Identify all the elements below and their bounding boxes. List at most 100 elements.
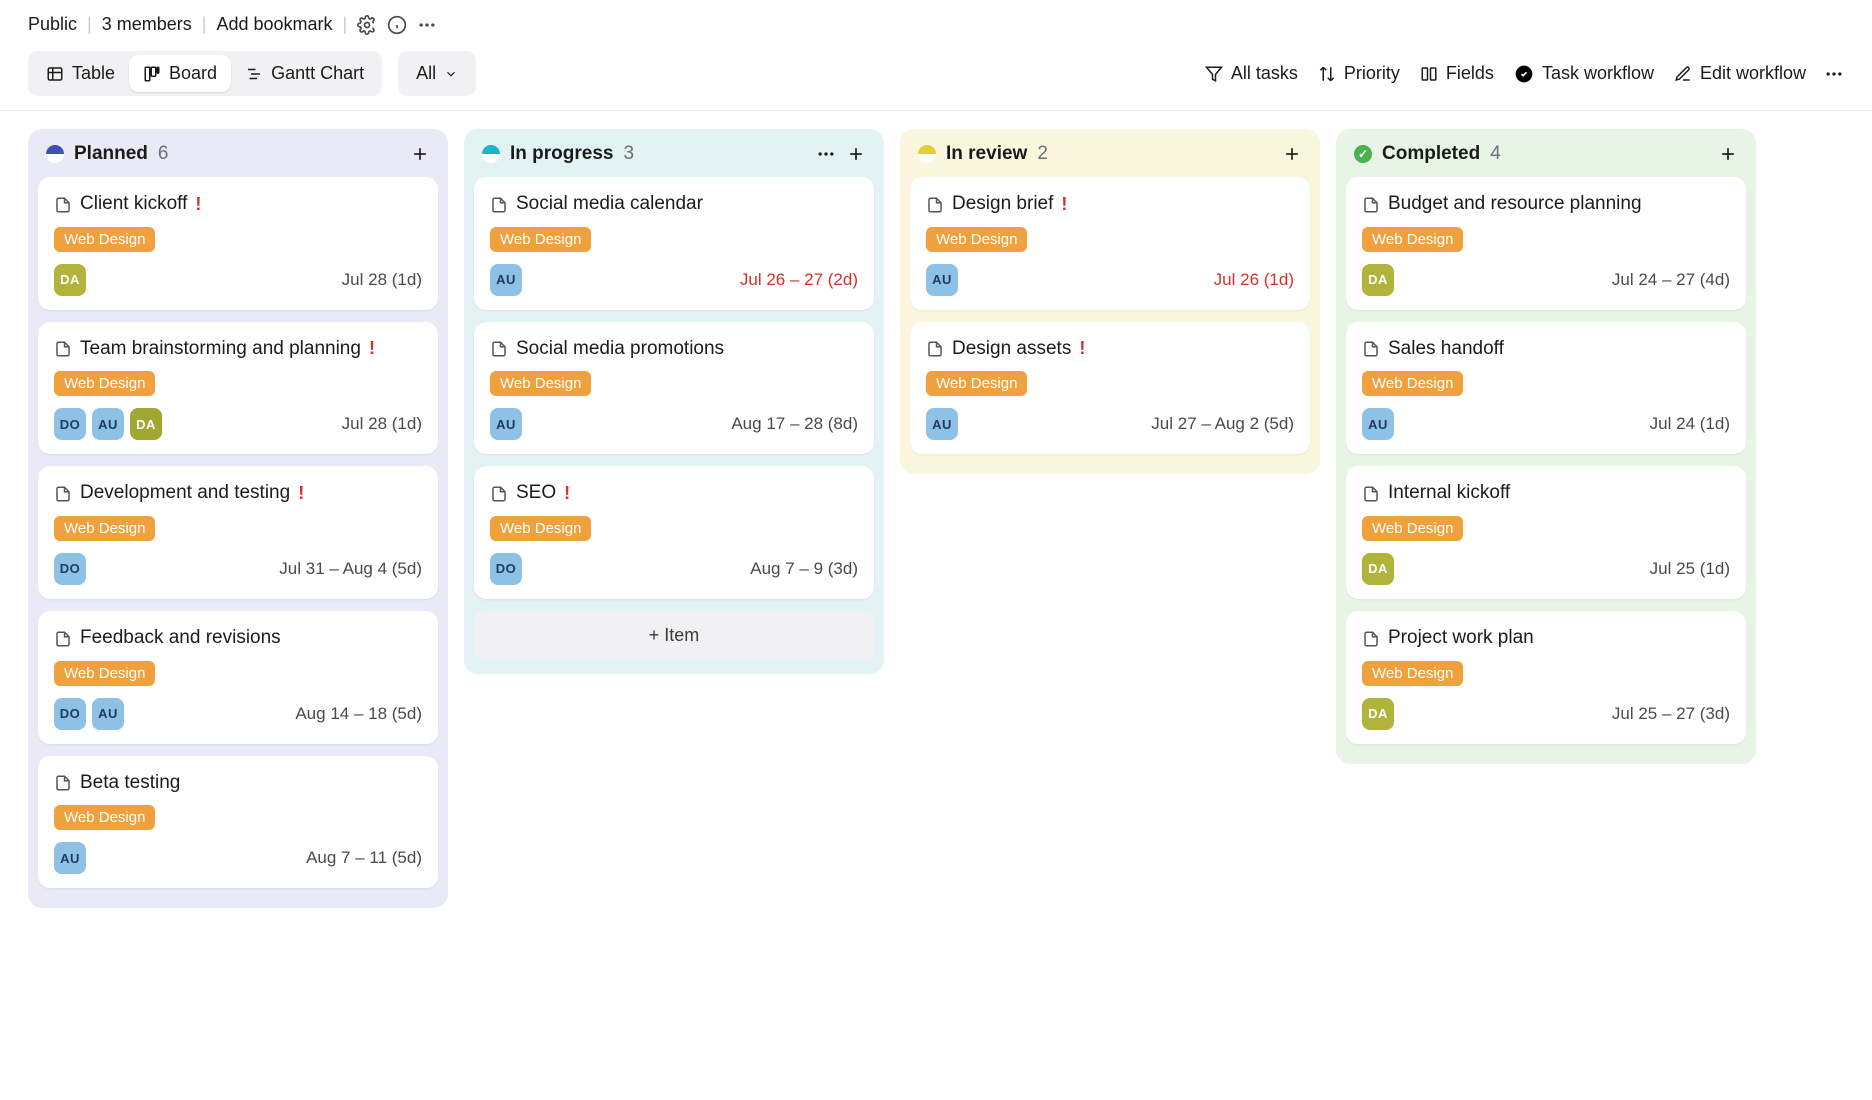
column-header: ✓Completed4 [1340, 129, 1752, 177]
avatar[interactable]: AU [92, 698, 124, 730]
card-title: Social media calendar [516, 191, 703, 217]
task-card[interactable]: Social media promotionsWeb DesignAUAug 1… [474, 322, 874, 455]
tag-chip[interactable]: Web Design [54, 227, 155, 252]
avatar[interactable]: DO [54, 553, 86, 585]
card-title-row: Social media promotions [490, 336, 858, 362]
task-card[interactable]: Team brainstorming and planning !Web Des… [38, 322, 438, 455]
column-more-icon[interactable] [816, 144, 836, 164]
edit-workflow-button[interactable]: Edit workflow [1672, 59, 1808, 88]
tag-chip[interactable]: Web Design [54, 371, 155, 396]
avatar[interactable]: AU [490, 264, 522, 296]
card-meta: AUJul 26 – 27 (2d) [490, 264, 858, 296]
tag-row: Web Design [54, 661, 422, 686]
priority-flag-icon: ! [298, 484, 304, 502]
avatar[interactable]: AU [490, 408, 522, 440]
tag-chip[interactable]: Web Design [926, 371, 1027, 396]
avatar[interactable]: DA [1362, 698, 1394, 730]
card-title-row: Feedback and revisions [54, 625, 422, 651]
task-card[interactable]: Design assets !Web DesignAUJul 27 – Aug … [910, 322, 1310, 455]
note-icon [490, 485, 508, 503]
fields-button[interactable]: Fields [1418, 59, 1496, 88]
tag-chip[interactable]: Web Design [490, 516, 591, 541]
tag-row: Web Design [54, 516, 422, 541]
status-review-icon [918, 145, 936, 163]
view-board-tab[interactable]: Board [129, 55, 231, 92]
filter-all-dropdown[interactable]: All [398, 51, 476, 96]
tag-row: Web Design [490, 227, 858, 252]
all-tasks-filter[interactable]: All tasks [1203, 59, 1300, 88]
add-bookmark-link[interactable]: Add bookmark [216, 14, 332, 35]
tag-chip[interactable]: Web Design [490, 371, 591, 396]
task-card[interactable]: Feedback and revisions Web Design DOAU Aug … [38, 611, 438, 744]
tag-chip[interactable]: Web Design [490, 227, 591, 252]
task-workflow-button[interactable]: Task workflow [1512, 59, 1656, 88]
task-card[interactable]: Social media calendar Web Design AUJul 26 … [474, 177, 874, 310]
tag-row: Web Design [54, 805, 422, 830]
view-table-tab[interactable]: Table [32, 55, 129, 92]
note-icon [490, 196, 508, 214]
card-title: Beta testing [80, 770, 180, 796]
card-date: Aug 14 – 18 (5d) [295, 704, 422, 724]
tag-row: Web Design [1362, 227, 1730, 252]
view-table-label: Table [72, 63, 115, 84]
task-card[interactable]: Internal kickoffWeb DesignDAJul 25 (1d) [1346, 466, 1746, 599]
tag-chip[interactable]: Web Design [926, 227, 1027, 252]
note-icon [1362, 630, 1380, 648]
task-card[interactable]: Design brief !Web DesignAUJul 26 (1d) [910, 177, 1310, 310]
tag-chip[interactable]: Web Design [1362, 661, 1463, 686]
avatar[interactable]: DA [1362, 264, 1394, 296]
card-date: Jul 25 (1d) [1650, 559, 1730, 579]
avatar[interactable]: DA [54, 264, 86, 296]
tag-chip[interactable]: Web Design [54, 516, 155, 541]
card-title: Design assets [952, 336, 1071, 362]
status-completed-icon: ✓ [1354, 145, 1372, 163]
column-add-icon[interactable] [846, 144, 866, 164]
column-add-icon[interactable] [410, 144, 430, 164]
tag-row: Web Design [926, 227, 1294, 252]
priority-sort[interactable]: Priority [1316, 59, 1402, 88]
avatar[interactable]: DO [54, 408, 86, 440]
tag-chip[interactable]: Web Design [1362, 371, 1463, 396]
card-title: Sales handoff [1388, 336, 1504, 362]
tag-chip[interactable]: Web Design [54, 661, 155, 686]
priority-flag-icon: ! [195, 195, 201, 213]
note-icon [1362, 340, 1380, 358]
task-card[interactable]: Development and testing !Web DesignDOJul… [38, 466, 438, 599]
add-item-button[interactable]: + Item [474, 611, 874, 660]
avatar[interactable]: DO [490, 553, 522, 585]
controls-more-icon[interactable] [1824, 64, 1844, 84]
visibility-label[interactable]: Public [28, 14, 77, 35]
info-icon[interactable] [387, 15, 407, 35]
avatar[interactable]: DA [130, 408, 162, 440]
column-add-icon[interactable] [1282, 144, 1302, 164]
avatar[interactable]: AU [926, 408, 958, 440]
view-gantt-tab[interactable]: Gantt Chart [231, 55, 378, 92]
tag-chip[interactable]: Web Design [1362, 227, 1463, 252]
task-card[interactable]: SEO !Web DesignDOAug 7 – 9 (3d) [474, 466, 874, 599]
avatar[interactable]: AU [1362, 408, 1394, 440]
column-add-icon[interactable] [1718, 144, 1738, 164]
edit-workflow-label: Edit workflow [1700, 63, 1806, 84]
avatar[interactable]: DA [1362, 553, 1394, 585]
avatar[interactable]: AU [54, 842, 86, 874]
task-card[interactable]: Project work planWeb DesignDAJul 25 – 27… [1346, 611, 1746, 744]
members-link[interactable]: 3 members [102, 14, 192, 35]
filter-all-inner: All [402, 55, 472, 92]
column-review: In review2Design brief !Web DesignAUJul … [900, 129, 1320, 474]
card-date: Jul 31 – Aug 4 (5d) [279, 559, 422, 579]
card-title-row: Client kickoff ! [54, 191, 422, 217]
avatar[interactable]: AU [92, 408, 124, 440]
gear-icon[interactable] [357, 15, 377, 35]
card-meta: AUJul 27 – Aug 2 (5d) [926, 408, 1294, 440]
task-card[interactable]: Beta testingWeb DesignAUAug 7 – 11 (5d) [38, 756, 438, 889]
task-card[interactable]: Sales handoffWeb DesignAUJul 24 (1d) [1346, 322, 1746, 455]
tag-chip[interactable]: Web Design [54, 805, 155, 830]
more-icon[interactable] [417, 15, 437, 35]
tag-chip[interactable]: Web Design [1362, 516, 1463, 541]
note-icon [54, 485, 72, 503]
task-card[interactable]: Client kickoff !Web DesignDAJul 28 (1d) [38, 177, 438, 310]
avatar[interactable]: AU [926, 264, 958, 296]
avatar[interactable]: DO [54, 698, 86, 730]
status-progress-icon [482, 145, 500, 163]
task-card[interactable]: Budget and resource planningWeb DesignDA… [1346, 177, 1746, 310]
